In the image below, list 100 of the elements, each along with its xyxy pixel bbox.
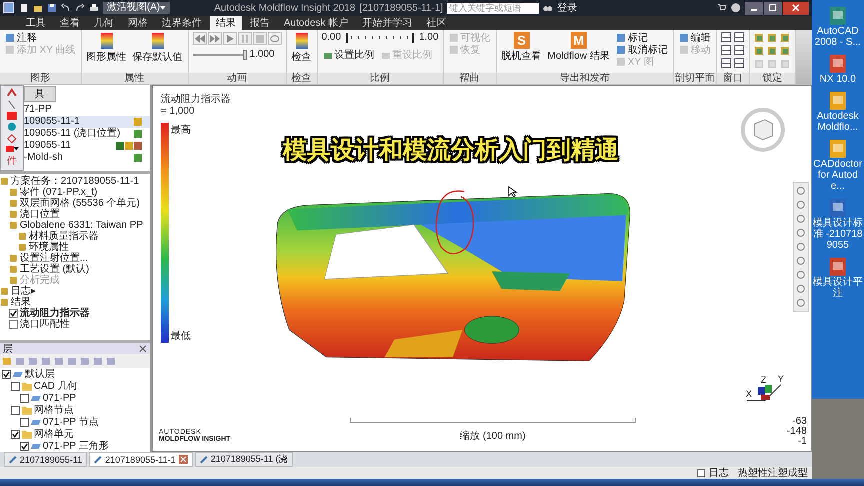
menu-tab[interactable]: 开始并学习 — [356, 16, 418, 30]
task-label[interactable]: 方案任务：2107189055-11-1 — [11, 176, 140, 187]
app-logo-icon[interactable] — [3, 2, 15, 14]
desktop-shortcut[interactable]: Autodesk Moldflo... — [813, 91, 863, 133]
lock-tool-icon[interactable] — [766, 45, 778, 56]
menu-tab[interactable]: 边界条件 — [156, 16, 208, 30]
checked-checkbox[interactable] — [11, 430, 20, 438]
save-icon[interactable] — [47, 3, 57, 13]
layer-label[interactable]: 071-PP — [43, 392, 76, 404]
view-dropdown[interactable]: 激活视图(A) — [103, 2, 170, 14]
task-label[interactable]: 双层面网格 (55536 个单元) — [20, 198, 140, 209]
checked-checkbox[interactable] — [9, 309, 18, 318]
layer-label[interactable]: 网格单元 — [34, 427, 74, 441]
step-back-button[interactable] — [192, 32, 207, 45]
layer-label[interactable]: 网格节点 — [34, 403, 74, 417]
undo-icon[interactable] — [61, 3, 71, 13]
task-label[interactable]: 零件 (071-PP.x_t) — [20, 187, 98, 198]
ribbon-button[interactable]: 检查 — [290, 32, 313, 64]
redo-icon[interactable] — [75, 3, 85, 13]
study-item[interactable]: 109055-11 — [24, 140, 150, 152]
layer-label[interactable]: 默认层 — [25, 367, 55, 381]
layer-label[interactable]: CAD 几何 — [34, 379, 78, 393]
layer-label[interactable]: 071-PP 三角形 — [43, 439, 109, 453]
folder-icon[interactable] — [33, 3, 43, 13]
checked-checkbox[interactable] — [2, 370, 11, 378]
task-label[interactable]: 环境属性 — [29, 242, 69, 253]
log-icon[interactable] — [697, 468, 706, 478]
desktop-shortcut[interactable]: 模具设计平注 — [813, 257, 863, 299]
window-layout-icon[interactable] — [734, 58, 745, 69]
lock-tool-icon[interactable] — [780, 45, 791, 56]
minimize-button[interactable] — [745, 2, 763, 14]
ribbon-button[interactable]: 取消标记 — [614, 44, 669, 56]
document-tab[interactable]: 2107189055-11-1 — [89, 452, 193, 467]
play-button[interactable] — [222, 32, 237, 45]
ribbon-button[interactable]: S 脱机查看 — [500, 32, 543, 63]
task-label[interactable]: 流动阻力指示器 — [20, 308, 90, 319]
view-cube-icon[interactable] — [739, 106, 787, 154]
loop-button[interactable] — [268, 32, 282, 45]
tool-icon[interactable] — [7, 88, 17, 98]
ribbon-button[interactable]: M Moldflow 结果 — [546, 32, 611, 63]
print-icon[interactable] — [89, 3, 99, 13]
help-icon[interactable] — [731, 3, 741, 13]
window-layout-icon[interactable] — [720, 45, 732, 56]
cart-icon[interactable] — [717, 3, 727, 13]
desktop-shortcut[interactable]: AutoCAD 2008 - S... — [813, 6, 863, 48]
ribbon-button[interactable]: 注释 — [4, 32, 77, 44]
study-item[interactable]: -Mold-sh — [24, 152, 150, 164]
window-layout-icon[interactable] — [720, 58, 732, 69]
menu-tab[interactable]: Autodesk 帐户 — [278, 16, 354, 30]
task-label[interactable]: 工艺设置 (默认) — [20, 264, 90, 275]
study-item[interactable]: 109055-11 (浇口位置) — [24, 128, 150, 140]
lock-tool-icon[interactable] — [780, 32, 791, 43]
ribbon-button[interactable]: 图形属性 — [86, 32, 128, 64]
maximize-button[interactable] — [764, 2, 782, 14]
layer-label[interactable]: 071-PP 节点 — [43, 415, 99, 429]
document-tab[interactable]: 2107189055-11 (浇 — [194, 452, 293, 467]
task-label[interactable]: 浇口位置 — [20, 209, 60, 220]
document-tab[interactable]: 2107189055-11 — [4, 452, 88, 467]
close-icon[interactable] — [139, 344, 147, 352]
lock-tool-icon[interactable] — [754, 32, 765, 43]
menu-tab[interactable]: 几何 — [88, 16, 120, 30]
checkbox[interactable] — [11, 406, 20, 414]
desktop-shortcut[interactable]: NX 10.0 — [813, 54, 863, 85]
checkbox[interactable] — [9, 320, 18, 329]
lock-tool-icon[interactable] — [754, 45, 765, 56]
study-item[interactable]: 109055-11-1 — [24, 116, 150, 128]
desktop-shortcut[interactable]: 模具设计标准 -2107189055 — [813, 198, 863, 251]
new-file-icon[interactable] — [19, 3, 29, 13]
lock-tool-icon[interactable] — [766, 32, 778, 43]
panel-tab[interactable]: 具 — [24, 86, 56, 102]
desktop-shortcut[interactable]: CADdoctor for Autode... — [813, 139, 863, 192]
menu-tab[interactable]: 报告 — [244, 16, 276, 30]
task-label[interactable]: 浇口匹配性 — [20, 319, 70, 330]
ribbon-button[interactable]: 设置比例 — [322, 49, 376, 61]
menu-tab[interactable]: 工具 — [20, 16, 52, 30]
checked-checkbox[interactable] — [20, 442, 29, 450]
color-picker[interactable] — [6, 146, 18, 152]
ribbon-button[interactable]: 保存默认值 — [132, 32, 184, 64]
checkbox[interactable] — [11, 382, 20, 390]
step-forward-button[interactable] — [208, 32, 222, 45]
checkbox[interactable] — [20, 394, 29, 402]
checkbox[interactable] — [20, 418, 29, 426]
task-label[interactable]: 日志▸ — [11, 286, 36, 297]
menu-tab[interactable]: 结果 — [210, 16, 242, 30]
window-layout-icon[interactable] — [734, 45, 745, 56]
ribbon-button[interactable]: 标记 — [614, 32, 669, 44]
study-item[interactable]: 71-PP — [24, 104, 150, 116]
sign-in-link[interactable]: 登录 — [557, 1, 578, 15]
window-layout-icon[interactable] — [734, 32, 745, 43]
close-button[interactable] — [783, 2, 809, 14]
menu-tab[interactable]: 网格 — [122, 16, 154, 30]
log-label[interactable]: 日志 — [709, 466, 729, 480]
menu-tab[interactable]: 社区 — [420, 16, 452, 30]
diamond-icon[interactable] — [7, 134, 17, 144]
task-label[interactable]: Globalene 6331: Taiwan PP — [20, 220, 144, 231]
ribbon-button[interactable]: 编辑 — [678, 32, 712, 44]
zoom-icon[interactable] — [7, 122, 17, 132]
search-field[interactable]: 键入关键字或短语 — [447, 2, 540, 14]
task-label[interactable]: 设置注射位置... — [20, 253, 88, 264]
window-layout-icon[interactable] — [720, 32, 732, 43]
